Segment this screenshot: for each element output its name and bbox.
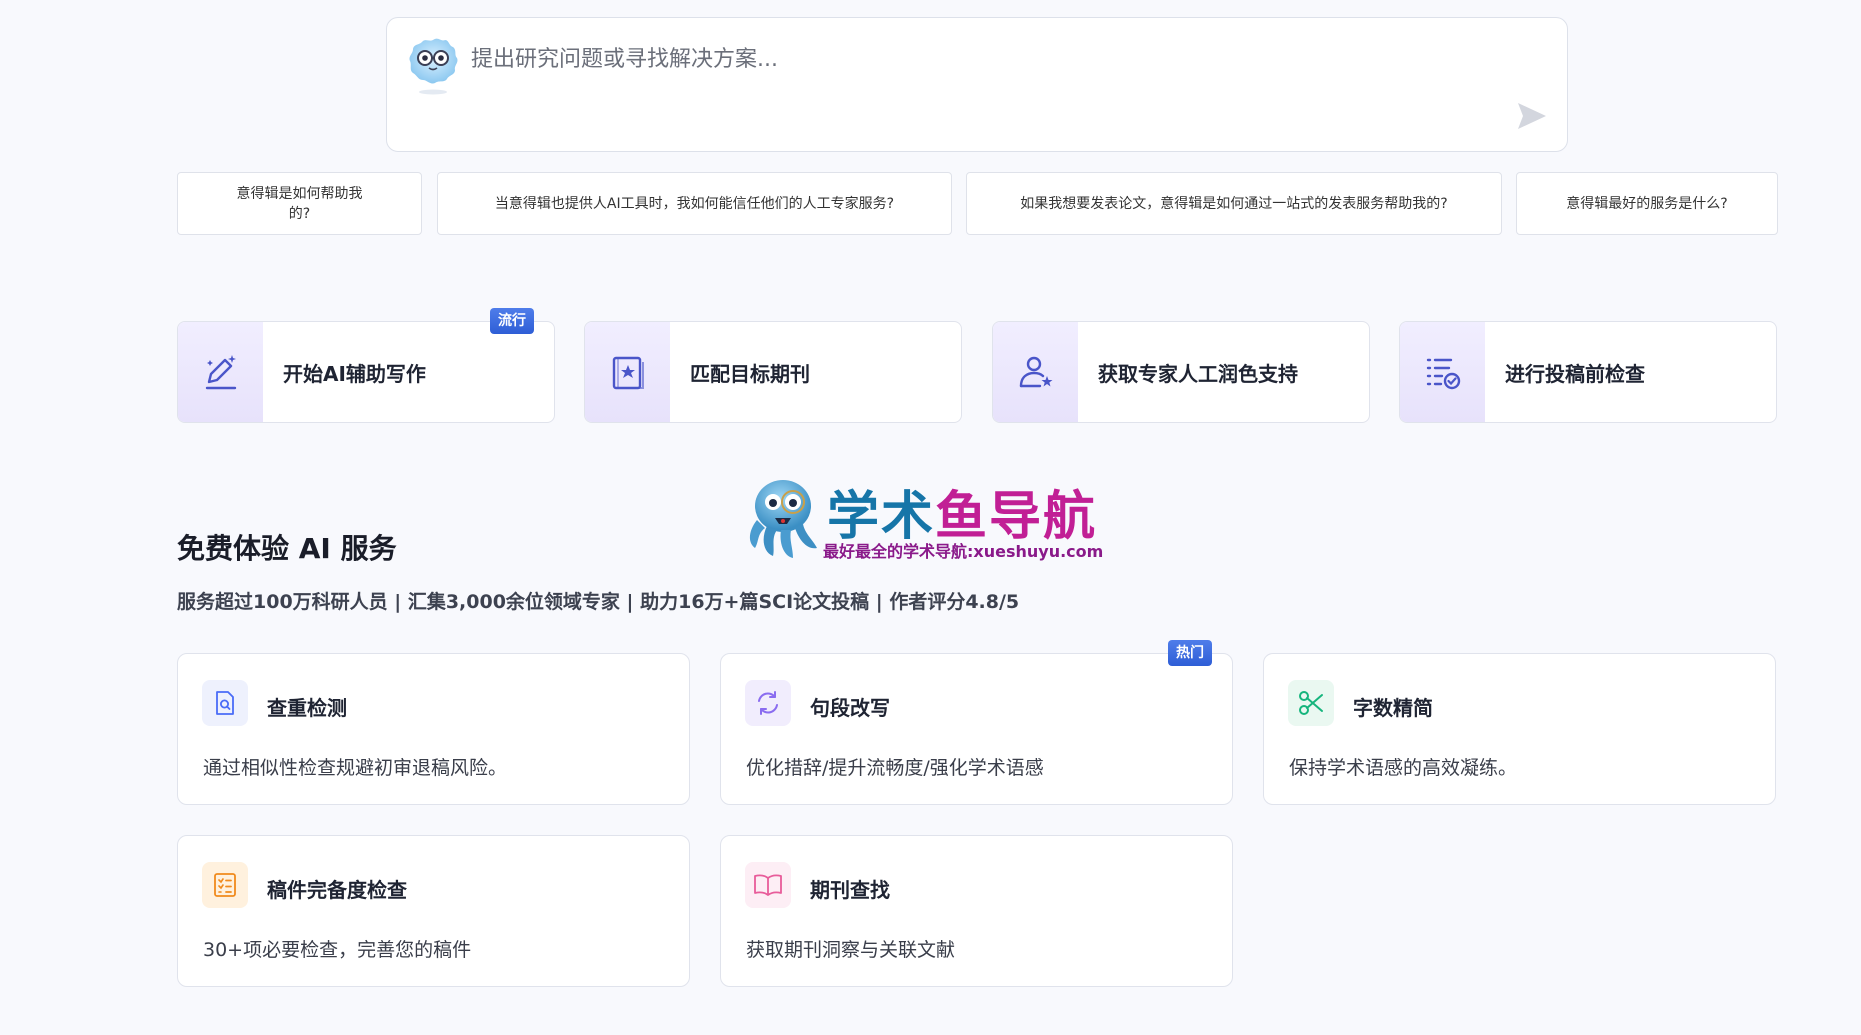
suggestion-chip[interactable]: 意得辑是如何帮助我的? [177,172,422,235]
svc-desc: 30+项必要检查，完善您的稿件 [203,939,472,961]
hot-badge: 热门 [1168,640,1212,666]
action-card-pre-submission-check[interactable]: 进行投稿前检查 [1399,321,1777,423]
action-icon-wrap [178,322,263,422]
mascot-icon [409,38,458,95]
page: 意得辑是如何帮助我的? 当意得辑也提供人AI工具时，我如何能信任他们的人工专家服… [0,0,1861,1035]
svc-title: 期刊查找 [810,878,890,902]
action-card-ai-writing[interactable]: 开始AI辅助写作 流行 [177,308,555,423]
svc-title: 查重检测 [267,696,347,720]
svc-title: 字数精简 [1353,696,1433,720]
action-label: 开始AI辅助写作 [283,361,426,386]
pen-sparkle-icon [205,355,236,390]
expert-person-icon [1019,356,1052,388]
suggestion-chip[interactable]: 当意得辑也提供人AI工具时，我如何能信任他们的人工专家服务? [437,172,952,235]
service-card-completeness-check[interactable]: 稿件完备度检查 30+项必要检查，完善您的稿件 [177,835,690,987]
action-card-expert-editing[interactable]: 获取专家人工润色支持 [992,321,1370,423]
service-card-paraphrase[interactable]: 句段改写 优化措辞/提升流畅度/强化学术语感 热门 [720,640,1233,805]
checklist-icon [1426,358,1460,390]
svc-title: 稿件完备度检查 [267,878,407,902]
watermark-subtitle: 最好最全的学术导航:xueshuyu.com [823,542,1104,561]
svc-desc: 保持学术语感的高效凝练。 [1289,757,1518,779]
popular-badge: 流行 [490,308,534,334]
action-label: 匹配目标期刊 [690,361,810,386]
svc-icon-wrap [745,862,791,908]
list-check-icon [214,873,236,897]
action-icon-wrap [1400,322,1485,422]
svc-title: 句段改写 [810,696,890,720]
action-label: 获取专家人工润色支持 [1098,361,1298,386]
svc-desc: 优化措辞/提升流畅度/强化学术语感 [746,757,1044,779]
book-open-icon [754,874,782,896]
action-icon-wrap [585,322,670,422]
section-title: 免费体验 AI 服务 [177,532,397,565]
svc-icon-wrap [745,680,791,726]
scissors-icon [1299,691,1323,715]
send-icon[interactable] [1515,99,1549,133]
journal-star-icon [612,356,644,390]
action-label: 进行投稿前检查 [1505,361,1645,386]
service-card-word-reduction[interactable]: 字数精简 保持学术语感的高效凝练。 [1263,653,1776,805]
action-icon-wrap [993,322,1078,422]
svc-icon-wrap [202,680,248,726]
octopus-logo-icon [749,480,817,558]
action-card-journal-match[interactable]: 匹配目标期刊 [584,321,962,423]
refresh-icon [758,691,778,715]
svc-desc: 通过相似性检查规避初审退稿风险。 [203,757,508,779]
svc-desc: 获取期刊洞察与关联文献 [746,939,956,961]
suggestion-list: 意得辑是如何帮助我的? 当意得辑也提供人AI工具时，我如何能信任他们的人工专家服… [177,172,1778,235]
search-box[interactable] [386,17,1568,152]
document-search-icon [216,691,234,715]
search-input[interactable] [471,42,1471,76]
service-card-plagiarism-check[interactable]: 查重检测 通过相似性检查规避初审退稿风险。 [177,653,690,805]
suggestion-chip[interactable]: 意得辑最好的服务是什么? [1516,172,1778,235]
section-subtitle: 服务超过100万科研人员 | 汇集3,000余位领域专家 | 助力16万+篇SC… [177,591,1020,613]
suggestion-chip[interactable]: 如果我想要发表论文，意得辑是如何通过一站式的发表服务帮助我的? [966,172,1502,235]
svc-icon-wrap [202,862,248,908]
service-card-journal-finder[interactable]: 期刊查找 获取期刊洞察与关联文献 [720,835,1233,987]
svc-icon-wrap [1288,680,1334,726]
xueshuyu-watermark: 学术鱼导航 最好最全的学术导航:xueshuyu.com [743,470,1123,565]
